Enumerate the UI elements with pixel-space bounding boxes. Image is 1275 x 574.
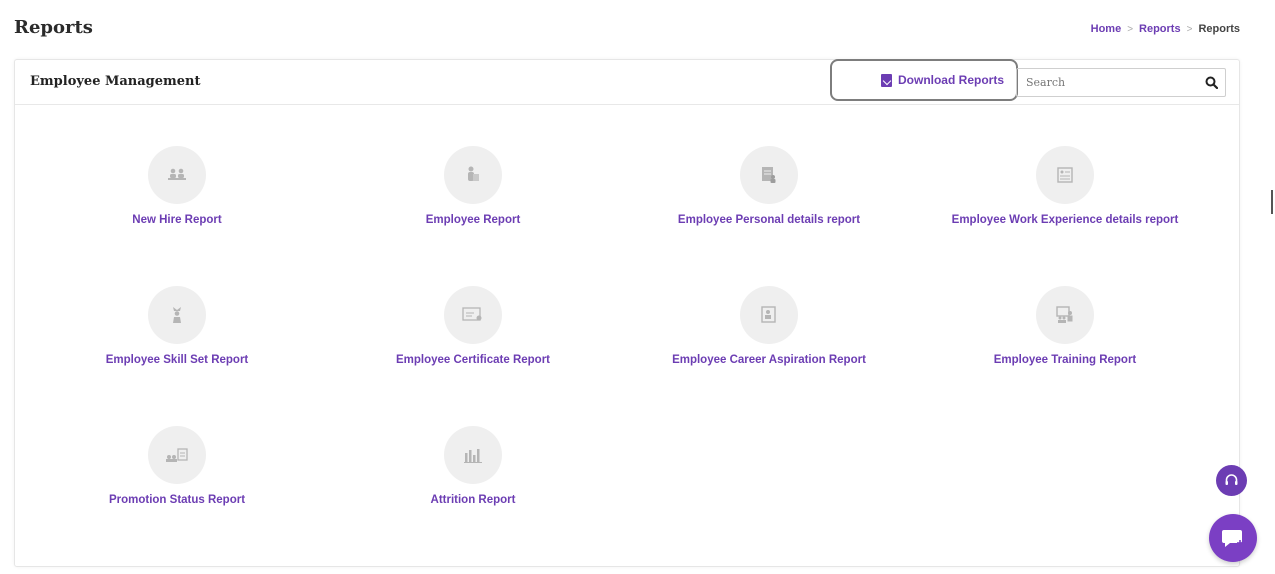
download-file-icon	[880, 73, 892, 87]
help-support-button[interactable]	[1216, 465, 1247, 496]
report-skill-set[interactable]: Employee Skill Set Report	[27, 286, 327, 366]
chat-bubble-icon	[1222, 530, 1243, 547]
group-hire-icon	[168, 168, 186, 180]
report-attrition[interactable]: Attrition Report	[323, 426, 623, 506]
download-reports-label: Download Reports	[897, 73, 1004, 87]
report-label: Employee Skill Set Report	[105, 354, 249, 366]
scrollbar-thumb[interactable]	[1271, 190, 1273, 214]
work-experience-icon	[1057, 167, 1073, 183]
report-icon-circle	[148, 286, 206, 344]
report-work-experience[interactable]: Employee Work Experience details report	[915, 146, 1215, 226]
breadcrumb-home[interactable]: Home	[1091, 23, 1122, 35]
report-label: Employee Personal details report	[677, 214, 861, 226]
report-training[interactable]: Employee Training Report	[915, 286, 1215, 366]
report-promotion-status[interactable]: Promotion Status Report	[27, 426, 327, 506]
report-employee[interactable]: Employee Report	[323, 146, 623, 226]
search-icon[interactable]	[1197, 69, 1225, 96]
breadcrumb-separator-icon: >	[1127, 23, 1134, 35]
breadcrumb-reports[interactable]: Reports	[1139, 23, 1181, 35]
report-label: Employee Career Aspiration Report	[672, 354, 866, 366]
report-new-hire[interactable]: New Hire Report	[27, 146, 327, 226]
report-certificate[interactable]: Employee Certificate Report	[323, 286, 623, 366]
report-label: Employee Work Experience details report	[951, 214, 1179, 226]
training-icon	[1056, 306, 1073, 323]
search-box	[1016, 68, 1226, 97]
report-icon-circle	[148, 146, 206, 204]
report-label: Attrition Report	[430, 494, 516, 506]
certificate-icon	[462, 307, 482, 321]
headset-icon	[1225, 474, 1238, 485]
career-aspiration-icon	[761, 306, 776, 323]
report-label: Employee Certificate Report	[395, 354, 550, 366]
report-career-aspiration[interactable]: Employee Career Aspiration Report	[619, 286, 919, 366]
report-icon-circle	[1036, 286, 1094, 344]
employee-management-card: Employee Management Download Reports Sea…	[14, 59, 1240, 567]
promotion-icon	[166, 448, 188, 462]
employee-icon	[468, 166, 479, 181]
report-icon-circle	[444, 286, 502, 344]
report-label: Promotion Status Report	[108, 494, 246, 506]
report-label: Employee Report	[425, 214, 521, 226]
report-icon-circle	[444, 146, 502, 204]
personal-details-icon	[762, 167, 776, 183]
breadcrumb-separator-icon: >	[1186, 23, 1193, 35]
report-label: Employee Training Report	[993, 354, 1137, 366]
search-input[interactable]	[1017, 69, 1197, 96]
report-icon-circle	[148, 426, 206, 484]
card-title: Employee Management	[30, 74, 201, 89]
report-icon-circle	[1036, 146, 1094, 204]
breadcrumb: Home > Reports > Reports	[1091, 23, 1240, 35]
chat-button[interactable]	[1209, 514, 1257, 562]
report-label: New Hire Report	[132, 214, 222, 226]
report-icon-circle	[444, 426, 502, 484]
card-header: Employee Management Download Reports	[15, 59, 1239, 105]
page-title: Reports	[14, 17, 93, 38]
report-icon-circle	[740, 286, 798, 344]
report-icon-circle	[740, 146, 798, 204]
breadcrumb-current: Reports	[1198, 23, 1240, 35]
skill-set-icon	[173, 307, 181, 323]
download-reports-button[interactable]: Download Reports	[830, 59, 1018, 101]
report-personal-details[interactable]: Employee Personal details report	[619, 146, 919, 226]
attrition-chart-icon	[464, 449, 482, 463]
